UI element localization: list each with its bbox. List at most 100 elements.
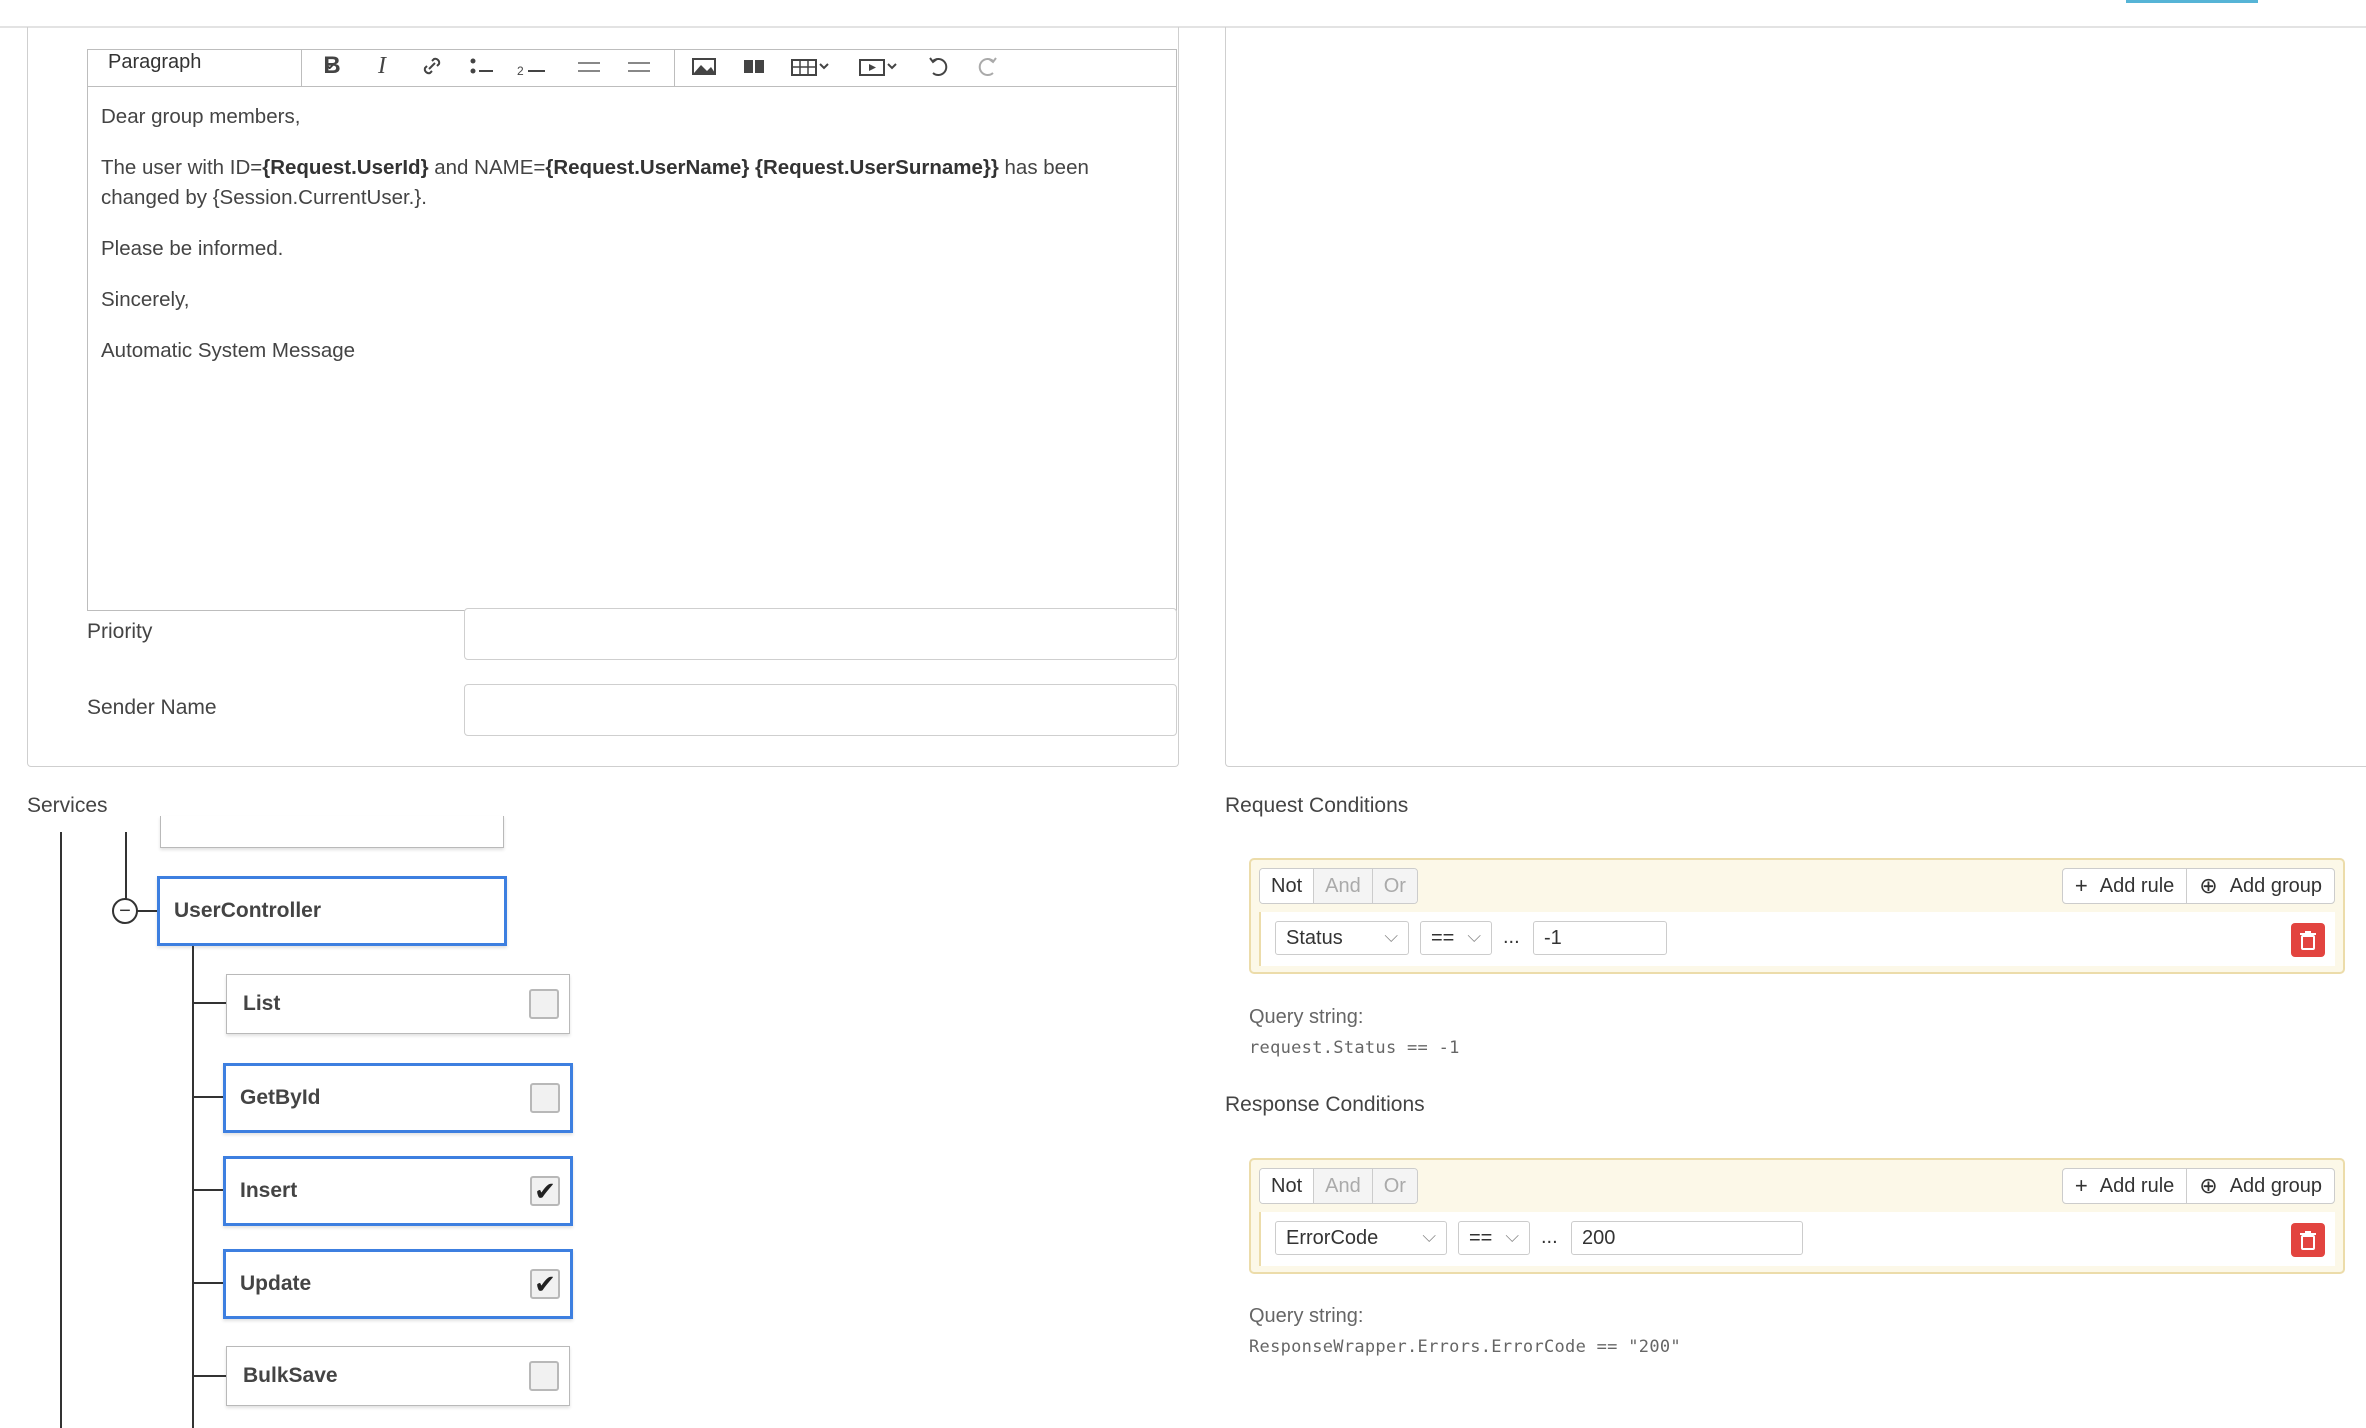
rule-actions: + Add rule ⊕ Add group	[2061, 868, 2335, 904]
value-separator: ...	[1541, 1226, 1558, 1248]
method-checkbox[interactable]	[529, 989, 559, 1019]
or-button[interactable]: Or	[1372, 1169, 1417, 1203]
method-label: Insert	[240, 1179, 298, 1202]
circle-plus-icon: ⊕	[2199, 1173, 2218, 1198]
plus-icon: +	[2074, 873, 2088, 898]
request-query-string: request.Status == -1	[1249, 1038, 1460, 1058]
checkmark-icon: ✔	[534, 1268, 556, 1299]
request-conditions-title: Request Conditions	[1225, 794, 1409, 817]
value-input[interactable]: -1	[1533, 921, 1667, 955]
top-accent-tab[interactable]	[2126, 0, 2258, 3]
add-rule-button[interactable]: + Add rule	[2063, 1169, 2188, 1203]
editor-toolbar: Paragraph ⌄ B I 2	[88, 50, 1176, 87]
operator-select[interactable]: == ⌵	[1458, 1221, 1530, 1255]
checkmark-icon: ✔	[534, 1175, 556, 1206]
toolbar-separator	[674, 50, 675, 87]
rule-actions: + Add rule ⊕ Add group	[2061, 1168, 2335, 1204]
or-button[interactable]: Or	[1372, 869, 1417, 903]
svg-text:2: 2	[517, 64, 524, 77]
tree-line	[192, 1002, 227, 1004]
tree-line	[192, 1282, 224, 1284]
indent-icon[interactable]	[618, 52, 658, 80]
chevron-down-icon: ⌵	[1422, 1226, 1436, 1246]
plus-icon: +	[2074, 1173, 2088, 1198]
tree-node-previous[interactable]	[160, 816, 504, 848]
chevron-down-icon: ⌵	[1467, 926, 1481, 946]
and-button[interactable]: And	[1314, 869, 1373, 903]
field-select[interactable]: ErrorCode ⌵	[1275, 1221, 1447, 1255]
tree-node-method[interactable]: GetById	[223, 1063, 573, 1133]
field-select[interactable]: Status ⌵	[1275, 921, 1409, 955]
priority-label: Priority	[87, 620, 153, 643]
collapse-minus-icon[interactable]: −	[112, 898, 138, 924]
tree-line	[192, 1096, 224, 1098]
and-button[interactable]: And	[1314, 1169, 1373, 1203]
trash-icon	[2300, 1231, 2316, 1250]
not-button[interactable]: Not	[1260, 869, 1315, 903]
method-checkbox[interactable]	[529, 1361, 559, 1391]
delete-rule-button[interactable]	[2291, 1223, 2325, 1257]
tree-node-method[interactable]: List	[226, 974, 570, 1034]
value-input[interactable]: 200	[1571, 1221, 1803, 1255]
chevron-down-icon: ⌵	[1384, 926, 1398, 946]
closing-text: Sincerely,	[101, 288, 190, 311]
tree-node-method[interactable]: Insert ✔	[223, 1156, 573, 1226]
trash-icon	[2300, 931, 2316, 950]
request-query-label: Query string:	[1249, 1006, 1364, 1028]
greeting-text: Dear group members,	[101, 105, 301, 128]
method-label: GetById	[240, 1086, 321, 1109]
add-rule-button[interactable]: + Add rule	[2063, 869, 2188, 903]
value-separator: ...	[1503, 926, 1520, 948]
method-checkbox[interactable]: ✔	[530, 1176, 560, 1206]
sender-name-input[interactable]	[464, 684, 1177, 736]
top-bar	[0, 0, 2366, 28]
not-button[interactable]: Not	[1260, 1169, 1315, 1203]
tree-node-method[interactable]: BulkSave	[226, 1346, 570, 1406]
undo-icon[interactable]	[920, 52, 960, 80]
rule-group-header: Not And Or + Add rule ⊕ Add group	[1259, 868, 2335, 904]
sender-name-label: Sender Name	[87, 696, 217, 719]
method-checkbox[interactable]	[530, 1083, 560, 1113]
response-query-string: ResponseWrapper.Errors.ErrorCode == "200…	[1249, 1337, 1681, 1357]
preview-panel	[1225, 27, 2366, 767]
rule-row: Status ⌵ == ⌵ ... -1	[1259, 912, 2335, 966]
image-icon[interactable]	[684, 52, 724, 80]
tree-line	[60, 832, 62, 1428]
outdent-icon[interactable]	[568, 52, 608, 80]
method-label: BulkSave	[243, 1364, 338, 1387]
tree-node-usercontroller[interactable]: UserController	[157, 876, 507, 946]
chevron-down-icon: ⌵	[1505, 1226, 1519, 1246]
bullet-list-icon[interactable]	[462, 52, 502, 80]
method-label: Update	[240, 1272, 312, 1295]
tree-line	[192, 1375, 227, 1377]
request-query-builder: Not And Or + Add rule ⊕ Add group Status ⌵ …	[1249, 858, 2345, 974]
media-embed-icon[interactable]	[858, 52, 898, 80]
priority-input[interactable]	[464, 608, 1177, 660]
signature-text: Automatic System Message	[101, 339, 356, 362]
italic-icon[interactable]: I	[362, 52, 402, 80]
table-icon[interactable]	[790, 52, 830, 80]
method-checkbox[interactable]: ✔	[530, 1269, 560, 1299]
bold-icon[interactable]: B	[312, 52, 352, 80]
logic-button-group: Not And Or	[1259, 1168, 1418, 1204]
tree-line	[192, 1189, 224, 1191]
response-conditions-title: Response Conditions	[1225, 1093, 1425, 1116]
email-template-panel: Paragraph ⌄ B I 2 Dear group members, Th…	[27, 27, 1179, 767]
circle-plus-icon: ⊕	[2199, 873, 2218, 898]
block-icon[interactable]	[734, 52, 774, 80]
operator-select[interactable]: == ⌵	[1420, 921, 1492, 955]
rich-text-editor[interactable]: Paragraph ⌄ B I 2 Dear group members, Th…	[87, 49, 1177, 611]
add-group-button[interactable]: ⊕ Add group	[2187, 1169, 2334, 1203]
link-icon[interactable]	[412, 52, 452, 80]
numbered-list-icon[interactable]: 2	[512, 52, 552, 80]
redo-icon[interactable]	[966, 52, 1006, 80]
editor-content[interactable]: Dear group members, The user with ID={Re…	[101, 102, 1146, 387]
message-text: The user with ID={Request.UserId} and NA…	[101, 156, 1089, 209]
delete-rule-button[interactable]	[2291, 923, 2325, 957]
response-query-builder: Not And Or + Add rule ⊕ Add group ErrorCod…	[1249, 1158, 2345, 1274]
tree-node-method[interactable]: Update ✔	[223, 1249, 573, 1319]
add-group-button[interactable]: ⊕ Add group	[2187, 869, 2334, 903]
toolbar-separator	[301, 50, 302, 87]
rule-row: ErrorCode ⌵ == ⌵ ... 200	[1259, 1212, 2335, 1266]
inform-text: Please be informed.	[101, 237, 284, 260]
